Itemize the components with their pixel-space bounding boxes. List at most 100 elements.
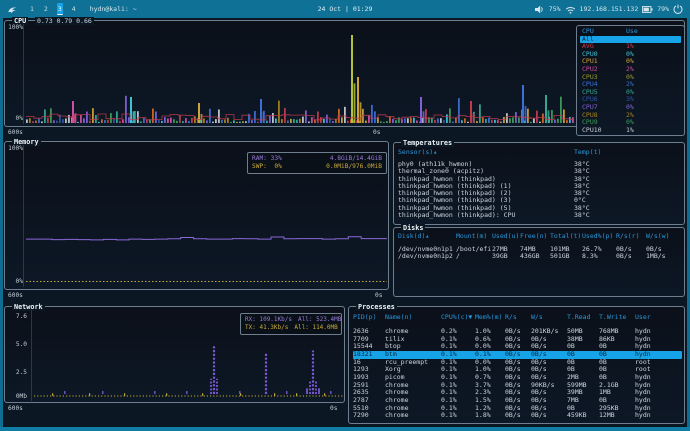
temperature-row[interactable]: thinkpad_hwmon (thinkpad) (5) 38°C	[398, 205, 681, 212]
battery-icon[interactable]	[642, 5, 653, 14]
desktop: 1234 hydn@kali: ~ 24 Oct | 01:29 75% 192…	[0, 0, 690, 431]
processes-panel-title: Processes	[356, 303, 397, 311]
temp-header: Temp(t)	[574, 148, 681, 156]
cpu-y-max: 100%	[6, 24, 23, 31]
cpu-core-row[interactable]: CPU6 3%	[580, 96, 681, 104]
tread-header[interactable]: T.Read	[567, 313, 599, 321]
rs-header[interactable]: R/s	[505, 313, 531, 321]
process-row[interactable]: 15544btop0.1% 0.0%0B/s0B/s 0B0Bhydn	[353, 343, 682, 351]
memory-x-right: 0s	[375, 292, 382, 299]
process-row[interactable]: 18321btm0.1% 0.1%0B/s0B/s 0B0Bhydn	[353, 351, 682, 359]
process-row[interactable]: 5510chrome0.1% 1.2%0B/s0B/s 0B295KBhydn	[353, 405, 682, 413]
net-y-1: 5.0	[10, 341, 27, 348]
temperature-row[interactable]: phy0 (ath11k_hwmon) 38°C	[398, 161, 681, 168]
ip-address: 192.168.151.132	[580, 5, 639, 13]
ram-value: 4.8GiB/14.4GiB	[330, 155, 382, 163]
cpu-core-row[interactable]: CPU3 0%	[580, 74, 681, 82]
cpu-core-row[interactable]: CPU1 0%	[580, 58, 681, 66]
window-border-left	[0, 18, 3, 431]
cpu-usage-graph	[26, 24, 577, 126]
disk-row[interactable]: /dev/nvme0n1p1/boot/efi27MB 74MB101MB26.…	[398, 246, 681, 254]
network-info-box: RX: 109.1Kb/s All: 523.4MB TX: 41.3Kb/s …	[240, 313, 342, 335]
disk-rows: /dev/nvme0n1p1/boot/efi27MB 74MB101MB26.…	[398, 246, 681, 261]
process-row[interactable]: 16rcu_preempt0.1% 0.0%0B/s0B/s 0B0Broot	[353, 359, 682, 367]
process-row[interactable]: 7290chrome0.1% 1.8%0B/s0B/s 459KB12MBhyd…	[353, 412, 682, 420]
processes-panel: Processes PID(p) Name(n) CPU%(c)▼ Mem%(m…	[348, 306, 685, 424]
process-row[interactable]: 7709tilix0.1% 0.6%0B/s0B/s 38MB86KBhydn	[353, 336, 682, 344]
cpu-core-header: CPU Use	[580, 28, 681, 36]
pid-header[interactable]: PID(p)	[353, 313, 385, 321]
temperature-row[interactable]: thinkpad_hwmon (thinkpad) (3) 0°C	[398, 197, 681, 204]
window-border-bottom	[0, 427, 690, 431]
process-row[interactable]: 1993picom0.1% 0.7%0B/s0B/s 2MB0Bhydn	[353, 374, 682, 382]
process-row[interactable]: 2591chrome0.1% 3.7%0B/s90KB/s 599MB2.1GB…	[353, 382, 682, 390]
cpu-sort-header[interactable]: CPU%(c)▼	[441, 313, 475, 321]
temperature-row[interactable]: thinkpad_hwmon (thinkpad) (1) 38°C	[398, 183, 681, 190]
swap-stat: SWP: 0%	[252, 163, 282, 171]
cpu-core-row[interactable]: All	[580, 36, 681, 44]
power-icon[interactable]	[673, 4, 683, 14]
wifi-icon[interactable]	[565, 5, 576, 14]
twrite-header[interactable]: T.Write	[599, 313, 635, 321]
volume-icon[interactable]	[535, 5, 545, 14]
memory-info-box: RAM: 33% 4.8GiB/14.4GiB SWP: 0% 0.0MiB/9…	[247, 152, 387, 174]
cpu-y-min: 0%	[6, 115, 23, 122]
cpu-x-right: 0s	[373, 129, 380, 136]
disks-panel-title: Disks	[401, 224, 425, 232]
temperatures-panel-title: Temperatures	[401, 139, 454, 147]
process-rows: 2636chrome0.2% 1.0%0B/s201KB/s 50MB768MB…	[353, 328, 682, 420]
temperature-row[interactable]: thinkpad_hwmon (thinkpad) 38°C	[398, 176, 681, 183]
ram-stat: RAM: 33%	[252, 155, 282, 163]
name-header[interactable]: Name(n)	[385, 313, 441, 321]
network-graph-axis	[31, 310, 32, 401]
temperatures-header: Sensor(s)▴ Temp(t)	[398, 148, 681, 156]
cpu-core-row[interactable]: CPU9 0%	[580, 119, 681, 127]
cpu-core-row[interactable]: CPU7 0%	[580, 104, 681, 112]
user-header[interactable]: User	[635, 313, 682, 321]
cpu-graph-axis	[23, 24, 24, 124]
cpu-core-row[interactable]: CPU0 0%	[580, 51, 681, 59]
temperature-row[interactable]: thinkpad_hwmon (thinkpad) (2) 38°C	[398, 190, 681, 197]
battery-level: 79%	[657, 5, 669, 13]
process-row[interactable]: 2787chrome0.1% 1.5%0B/s0B/s 7MB0Bhydn	[353, 397, 682, 405]
cpu-core-row[interactable]: CPU2 2%	[580, 66, 681, 74]
temperature-rows: phy0 (ath11k_hwmon) 38°C thermal_zone0 (…	[398, 161, 681, 219]
process-row[interactable]: 1293Xorg0.1% 1.0%0B/s0B/s 0B0Broot	[353, 366, 682, 374]
cpu-core-row[interactable]: AVG 1%	[580, 43, 681, 51]
net-y-3: 0Mb	[10, 393, 27, 400]
ws-header[interactable]: W/s	[531, 313, 567, 321]
network-x-left: 600s	[8, 405, 23, 412]
cpu-core-col-name: CPU	[582, 28, 626, 36]
mem-header[interactable]: Mem%(m)	[475, 313, 505, 321]
disk-row[interactable]: /dev/nvme0n1p2/39GB 436GB501GB8.3% 0B/s1…	[398, 253, 681, 261]
cpu-core-row[interactable]: CPU8 2%	[580, 112, 681, 120]
cpu-core-row[interactable]: CPU10 1%	[580, 127, 681, 135]
memory-x-left: 600s	[8, 292, 23, 299]
network-x-right: 0s	[330, 405, 337, 412]
tx-total: All: 114.0MB	[294, 324, 337, 332]
cpu-x-left: 600s	[8, 129, 23, 136]
rx-total: All: 523.4MB	[298, 316, 341, 324]
cpu-core-col-use: Use	[626, 28, 679, 36]
status-tray: 75% 192.168.151.132 79%	[535, 4, 683, 14]
status-bar: 1234 hydn@kali: ~ 24 Oct | 01:29 75% 192…	[0, 0, 690, 18]
memory-graph-axis	[23, 145, 24, 287]
tx-rate: TX: 41.3Kb/s	[245, 324, 288, 332]
process-row[interactable]: 2635chrome0.1% 2.3%0B/s0B/s 39MB1MBhydn	[353, 389, 682, 397]
cpu-core-row[interactable]: CPU5 0%	[580, 89, 681, 97]
memory-y-min: 0%	[6, 278, 23, 285]
process-row[interactable]: 2636chrome0.2% 1.0%0B/s201KB/s 50MB768MB…	[353, 328, 682, 336]
temperature-row[interactable]: thinkpad_hwmon (thinkpad): CPU 38°C	[398, 212, 681, 219]
cpu-core-rows: All AVG 1% CPU0 0% CPU1	[580, 36, 681, 135]
memory-y-max: 100%	[6, 145, 23, 152]
disks-header[interactable]: Disk(d)▴Mount(m)Used(u)Free(n)Total(t)Us…	[398, 233, 681, 241]
net-y-0: 7.6	[10, 313, 27, 320]
volume-level: 75%	[549, 5, 561, 13]
rx-rate: RX: 109.1Kb/s	[245, 316, 292, 324]
cpu-core-list: CPU Use All AVG 1% CPU0	[576, 25, 685, 136]
processes-header: PID(p) Name(n) CPU%(c)▼ Mem%(m) R/s W/s …	[353, 313, 682, 321]
sensor-sort-header[interactable]: Sensor(s)▴	[398, 148, 574, 156]
disks-panel: Disks Disk(d)▴Mount(m)Used(u)Free(n)Tota…	[393, 227, 685, 297]
cpu-core-row[interactable]: CPU4 2%	[580, 81, 681, 89]
temperature-row[interactable]: thermal_zone0 (acpitz) 38°C	[398, 168, 681, 175]
